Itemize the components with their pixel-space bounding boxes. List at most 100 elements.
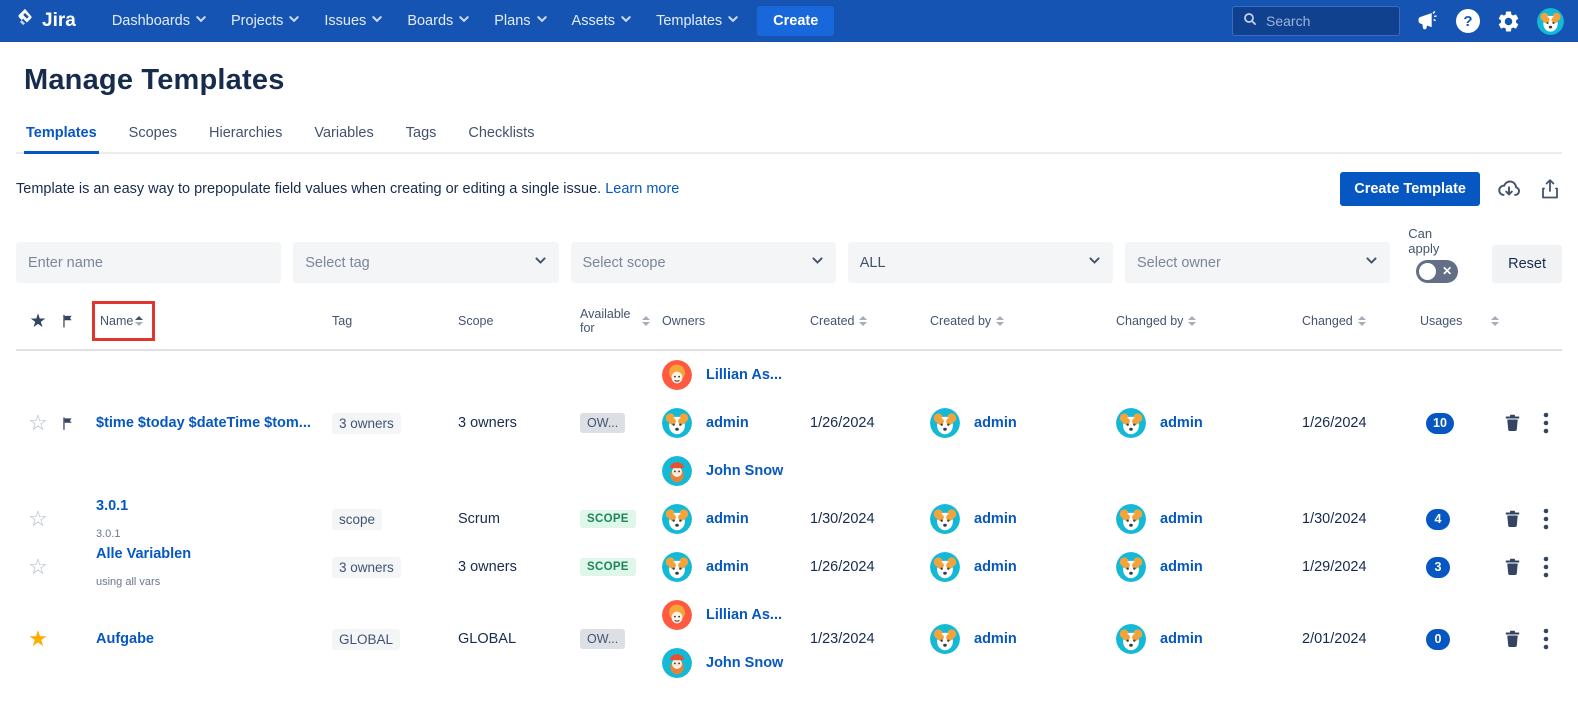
flag-cell[interactable] xyxy=(60,414,96,433)
tab-templates[interactable]: Templates xyxy=(24,117,99,154)
created-by-link[interactable]: admin xyxy=(974,559,1017,575)
available-for-column-header[interactable]: Available for xyxy=(580,307,650,335)
more-kebab-icon[interactable] xyxy=(1543,555,1549,579)
usages-badge[interactable]: 4 xyxy=(1426,508,1450,530)
row-actions xyxy=(1490,555,1562,579)
table-row: ☆ Alle Variablen using all vars 3 owners… xyxy=(16,543,1562,591)
owner-name-link[interactable]: Lillian As... xyxy=(706,607,782,623)
scope-column-header[interactable]: Scope xyxy=(458,314,580,328)
help-icon[interactable]: ? xyxy=(1456,9,1480,33)
can-apply-toggle[interactable]: ✕ xyxy=(1416,260,1459,283)
create-button[interactable]: Create xyxy=(757,6,835,36)
changed-by-column-header[interactable]: Changed by xyxy=(1116,314,1302,328)
available-for-badge[interactable]: OW... xyxy=(580,629,626,649)
available-for-badge[interactable]: OW... xyxy=(580,413,626,433)
owner-name-link[interactable]: admin xyxy=(706,511,749,527)
tag-column-header[interactable]: Tag xyxy=(332,314,458,328)
nav-item-issues[interactable]: Issues xyxy=(314,7,393,35)
changed-by-link[interactable]: admin xyxy=(1160,415,1203,431)
template-subtitle: using all vars xyxy=(96,576,161,588)
template-name-link[interactable]: 3.0.1 xyxy=(96,498,128,514)
create-template-button[interactable]: Create Template xyxy=(1340,172,1480,206)
changed-by-link[interactable]: admin xyxy=(1160,631,1203,647)
user-avatar[interactable] xyxy=(1537,7,1564,35)
owner-name-link[interactable]: admin xyxy=(706,415,749,431)
owner-item: John Snow xyxy=(662,639,810,687)
available-for-badge[interactable]: SCOPE xyxy=(580,510,636,528)
favorite-star[interactable]: ☆ xyxy=(16,506,60,532)
delete-trash-icon[interactable] xyxy=(1502,508,1523,530)
jira-logo[interactable]: Jira xyxy=(14,7,76,35)
flag-column-header[interactable] xyxy=(60,312,96,330)
tab-variables[interactable]: Variables xyxy=(312,117,375,154)
tab-scopes[interactable]: Scopes xyxy=(127,117,179,154)
owner-name-link[interactable]: admin xyxy=(706,559,749,575)
changed-by-link[interactable]: admin xyxy=(1160,511,1203,527)
name-column-header[interactable]: Name xyxy=(92,301,332,341)
more-kebab-icon[interactable] xyxy=(1543,411,1549,435)
tag-badge[interactable]: scope xyxy=(332,508,383,530)
owner-name-link[interactable]: John Snow xyxy=(706,463,783,479)
usages-badge[interactable]: 3 xyxy=(1426,556,1450,578)
usages-badge[interactable]: 10 xyxy=(1426,412,1454,434)
delete-trash-icon[interactable] xyxy=(1502,412,1523,434)
reset-button[interactable]: Reset xyxy=(1492,245,1563,283)
sort-icon xyxy=(996,316,1005,326)
favorite-star[interactable]: ☆ xyxy=(16,410,60,436)
nav-item-projects[interactable]: Projects xyxy=(221,7,310,35)
available-for-badge[interactable]: SCOPE xyxy=(580,558,636,576)
tag-filter-select[interactable]: Select tag xyxy=(293,242,559,283)
nav-item-dashboards[interactable]: Dashboards xyxy=(102,7,217,35)
created-by-link[interactable]: admin xyxy=(974,415,1017,431)
scope-text: 3 owners xyxy=(458,559,517,575)
tag-badge[interactable]: 3 owners xyxy=(332,412,401,434)
tag-badge[interactable]: 3 owners xyxy=(332,556,401,578)
settings-gear-icon[interactable] xyxy=(1496,9,1521,34)
import-cloud-icon[interactable] xyxy=(1496,176,1522,202)
nav-item-plans[interactable]: Plans xyxy=(484,7,557,35)
favorite-star[interactable]: ☆ xyxy=(16,554,60,580)
chevron-down-icon xyxy=(534,254,547,271)
tab-checklists[interactable]: Checklists xyxy=(466,117,536,154)
search-input[interactable] xyxy=(1266,13,1381,29)
type-filter-select[interactable]: ALL xyxy=(847,242,1113,283)
owner-avatar xyxy=(662,600,692,630)
nav-item-templates[interactable]: Templates xyxy=(646,7,749,35)
usages-column-header[interactable]: Usages xyxy=(1420,314,1500,328)
template-name-link[interactable]: Aufgabe xyxy=(96,631,154,647)
favorite-column-header[interactable]: ★ xyxy=(16,310,60,333)
more-kebab-icon[interactable] xyxy=(1543,507,1549,531)
nav-item-assets[interactable]: Assets xyxy=(562,7,643,35)
name-filter-input[interactable] xyxy=(28,254,270,271)
usages-badge[interactable]: 0 xyxy=(1426,628,1450,650)
changed-by-link[interactable]: admin xyxy=(1160,559,1203,575)
owner-name-link[interactable]: John Snow xyxy=(706,655,783,671)
changed-column-header[interactable]: Changed xyxy=(1302,314,1420,328)
created-by-column-header[interactable]: Created by xyxy=(930,314,1116,328)
usages-cell: 10 xyxy=(1420,412,1490,434)
favorite-star[interactable]: ★ xyxy=(16,626,60,652)
more-kebab-icon[interactable] xyxy=(1543,627,1549,651)
template-name-link[interactable]: $time $today $dateTime $tom... xyxy=(96,415,311,431)
announcement-icon[interactable] xyxy=(1416,9,1440,33)
scope-text: Scrum xyxy=(458,511,500,527)
created-by-avatar xyxy=(930,408,960,438)
delete-trash-icon[interactable] xyxy=(1502,556,1523,578)
created-by-link[interactable]: admin xyxy=(974,511,1017,527)
owner-filter-select[interactable]: Select owner xyxy=(1125,242,1391,283)
scope-filter-select[interactable]: Select scope xyxy=(570,242,836,283)
tag-badge[interactable]: GLOBAL xyxy=(332,628,401,650)
delete-trash-icon[interactable] xyxy=(1502,628,1523,650)
template-name-link[interactable]: Alle Variablen xyxy=(96,546,191,562)
owner-name-link[interactable]: Lillian As... xyxy=(706,367,782,383)
export-share-icon[interactable] xyxy=(1538,177,1562,201)
created-by-link[interactable]: admin xyxy=(974,631,1017,647)
tab-hierarchies[interactable]: Hierarchies xyxy=(207,117,284,154)
tab-tags[interactable]: Tags xyxy=(404,117,439,154)
learn-more-link[interactable]: Learn more xyxy=(605,181,679,197)
usages-cell: 4 xyxy=(1420,508,1490,530)
nav-search-box[interactable] xyxy=(1232,6,1400,36)
nav-item-boards[interactable]: Boards xyxy=(397,7,480,35)
created-column-header[interactable]: Created xyxy=(810,314,930,328)
owners-column-header[interactable]: Owners xyxy=(662,314,810,328)
